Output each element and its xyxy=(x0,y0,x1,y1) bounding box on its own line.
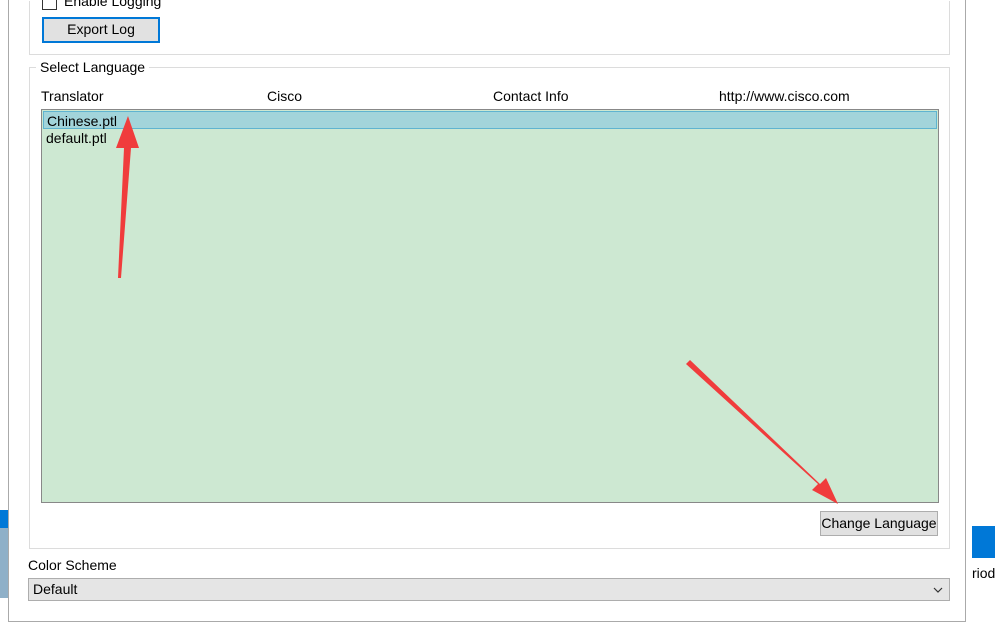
column-header-contact-info: Contact Info xyxy=(493,88,569,104)
preferences-dialog: Enable Logging Export Log Select Languag… xyxy=(8,0,966,622)
language-item-default[interactable]: default.ptl xyxy=(43,129,937,147)
color-scheme-label: Color Scheme xyxy=(28,557,117,573)
language-item-chinese[interactable]: Chinese.ptl xyxy=(43,111,937,129)
color-scheme-value: Default xyxy=(33,581,78,597)
enable-logging-label: Enable Logging xyxy=(64,0,162,9)
column-header-translator-value: Cisco xyxy=(267,88,303,104)
select-language-group: Select Language Translator Cisco Contact… xyxy=(29,59,950,549)
background-window-edge xyxy=(0,510,8,528)
language-list[interactable]: Chinese.ptl default.ptl xyxy=(41,109,939,503)
export-log-button[interactable]: Export Log xyxy=(42,17,160,43)
enable-logging-checkbox[interactable] xyxy=(42,0,57,10)
chevron-down-icon xyxy=(933,587,943,593)
select-language-title: Select Language xyxy=(36,59,150,75)
color-scheme-select[interactable]: Default xyxy=(28,578,950,601)
column-header-contact-value: http://www.cisco.com xyxy=(719,88,850,104)
change-language-button[interactable]: Change Language xyxy=(820,511,938,536)
background-window-text: riod xyxy=(972,565,995,581)
column-header-translator: Translator xyxy=(41,88,104,104)
background-window-thumbnail xyxy=(0,528,8,598)
background-window-accent xyxy=(972,526,995,558)
logging-group: Enable Logging Export Log xyxy=(29,0,950,55)
